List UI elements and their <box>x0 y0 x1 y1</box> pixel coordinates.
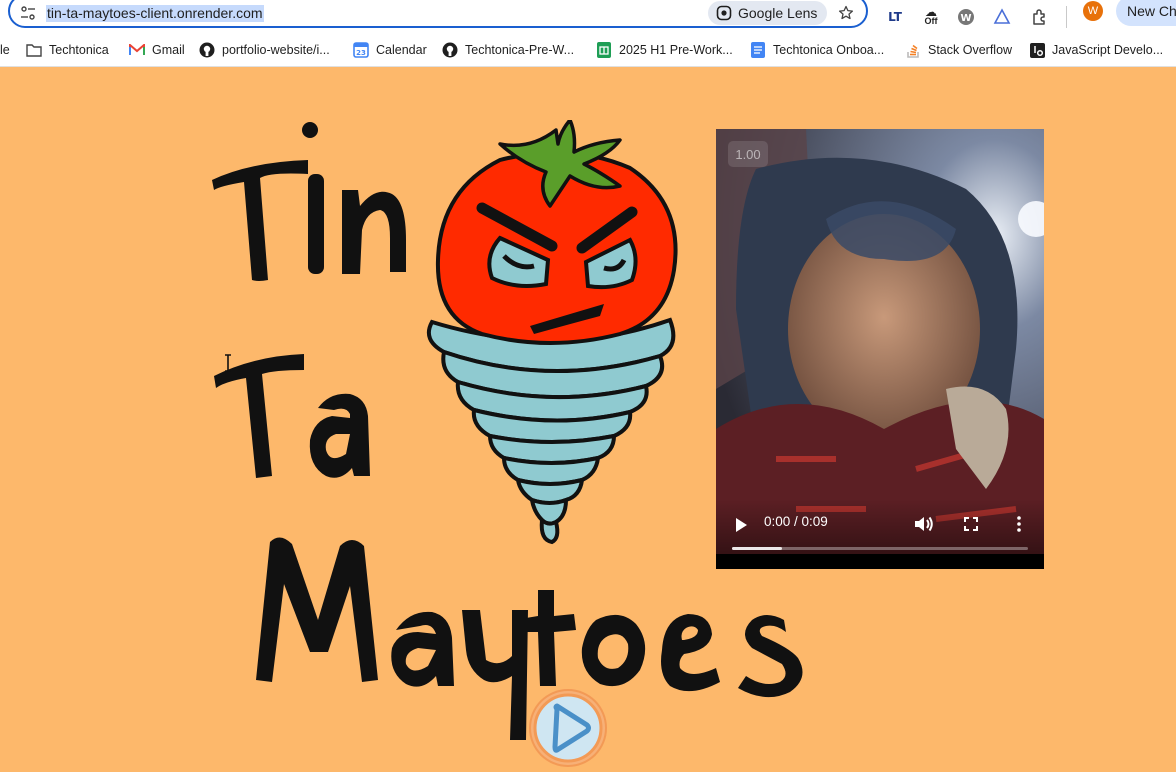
w-extension-icon[interactable]: W <box>955 6 977 28</box>
avatar-initial: W <box>1087 5 1099 17</box>
video-frame-image <box>716 129 1044 554</box>
bookmark-label: JavaScript Develo... <box>1052 43 1164 57</box>
bookmark-label: 2025 H1 Pre-Work... <box>619 43 733 57</box>
logo-word-tin <box>212 122 406 281</box>
video-controls: 0:00 / 0:09 <box>716 499 1044 569</box>
bookmark-label: Techtonica <box>49 43 109 57</box>
video-progress-fill <box>732 547 783 550</box>
bookmark-label: portfolio-website/i... <box>222 43 330 57</box>
bookmark-stack-overflow[interactable]: Stack Overflow <box>905 41 1012 59</box>
playback-speed-badge[interactable]: 1.00 <box>728 141 768 167</box>
ai-extension-icon[interactable] <box>991 6 1013 28</box>
play-circle-icon <box>533 693 603 763</box>
video-time: 0:00 / 0:09 <box>764 514 828 529</box>
address-bar[interactable]: tin-ta-maytoes-client.onrender.com Googl… <box>8 0 868 28</box>
languagetool-extension-icon[interactable]: LT <box>884 6 906 28</box>
lens-label: Google Lens <box>738 5 818 21</box>
bookmark-label: Stack Overflow <box>928 43 1013 57</box>
stackoverflow-icon <box>905 42 921 58</box>
lt-label: LT <box>888 10 902 24</box>
tornado-graphic <box>427 317 676 545</box>
lens-icon <box>716 5 732 21</box>
play-icon[interactable] <box>734 517 748 533</box>
sheets-icon <box>596 42 612 58</box>
fullscreen-icon[interactable] <box>964 517 978 531</box>
svg-text:23: 23 <box>356 49 366 57</box>
bookmark-label: le <box>0 43 10 57</box>
page-content: 1.00 0:00 / 0:09 <box>0 68 1176 769</box>
bookmark-onboarding-doc[interactable]: Techtonica Onboa... <box>750 41 884 59</box>
logo-word-ta <box>214 354 370 478</box>
bookmark-folder-techtonica[interactable]: Techtonica <box>26 41 109 59</box>
site-info-icon[interactable] <box>20 6 36 20</box>
video-progress-bar[interactable] <box>732 547 1028 550</box>
new-chrome-button[interactable]: New Ch <box>1116 0 1176 26</box>
bookmark-gmail[interactable]: Gmail <box>129 41 185 59</box>
svg-text:W: W <box>960 13 971 24</box>
bookmark-item[interactable]: le <box>0 41 10 59</box>
video-player[interactable]: 1.00 0:00 / 0:09 <box>716 129 1044 569</box>
more-options-icon[interactable] <box>1017 516 1021 532</box>
js-icon <box>1029 42 1045 58</box>
off-label: Off <box>924 16 938 26</box>
volume-icon[interactable] <box>914 515 934 533</box>
bookmarks-bar: le Techtonica Gmail portfolio-website/i.… <box>0 34 1176 67</box>
text-cursor-icon <box>225 354 231 372</box>
bookmark-javascript[interactable]: JavaScript Develo... <box>1029 41 1163 59</box>
bookmark-portfolio[interactable]: portfolio-website/i... <box>199 41 330 59</box>
calendar-icon: 23 <box>353 42 369 58</box>
off-extension-icon[interactable]: ☁ Off <box>920 6 942 28</box>
bookmark-techtonica-prework[interactable]: Techtonica-Pre-W... <box>442 41 574 59</box>
toolbar-separator <box>1066 6 1067 28</box>
github-icon <box>199 42 215 58</box>
url-text[interactable]: tin-ta-maytoes-client.onrender.com <box>46 5 264 22</box>
bookmark-label: Techtonica-Pre-W... <box>465 43 575 57</box>
bookmark-label: Techtonica Onboa... <box>773 43 885 57</box>
play-audio-button[interactable] <box>529 689 607 767</box>
tomato-graphic <box>435 120 678 345</box>
bookmark-label: Calendar <box>376 43 427 57</box>
bookmark-prework-sheet[interactable]: 2025 H1 Pre-Work... <box>596 41 733 59</box>
profile-avatar[interactable]: W <box>1083 1 1103 21</box>
folder-icon <box>26 42 42 58</box>
extensions-puzzle-icon[interactable] <box>1029 6 1051 28</box>
bookmark-calendar[interactable]: 23 Calendar <box>353 41 427 59</box>
bookmark-star-icon[interactable] <box>838 5 854 21</box>
github-icon <box>442 42 458 58</box>
google-lens-button[interactable]: Google Lens <box>708 1 828 25</box>
gmail-icon <box>129 42 145 58</box>
browser-toolbar: tin-ta-maytoes-client.onrender.com Googl… <box>0 0 1176 34</box>
bookmark-label: Gmail <box>152 43 185 57</box>
docs-icon <box>750 42 766 58</box>
